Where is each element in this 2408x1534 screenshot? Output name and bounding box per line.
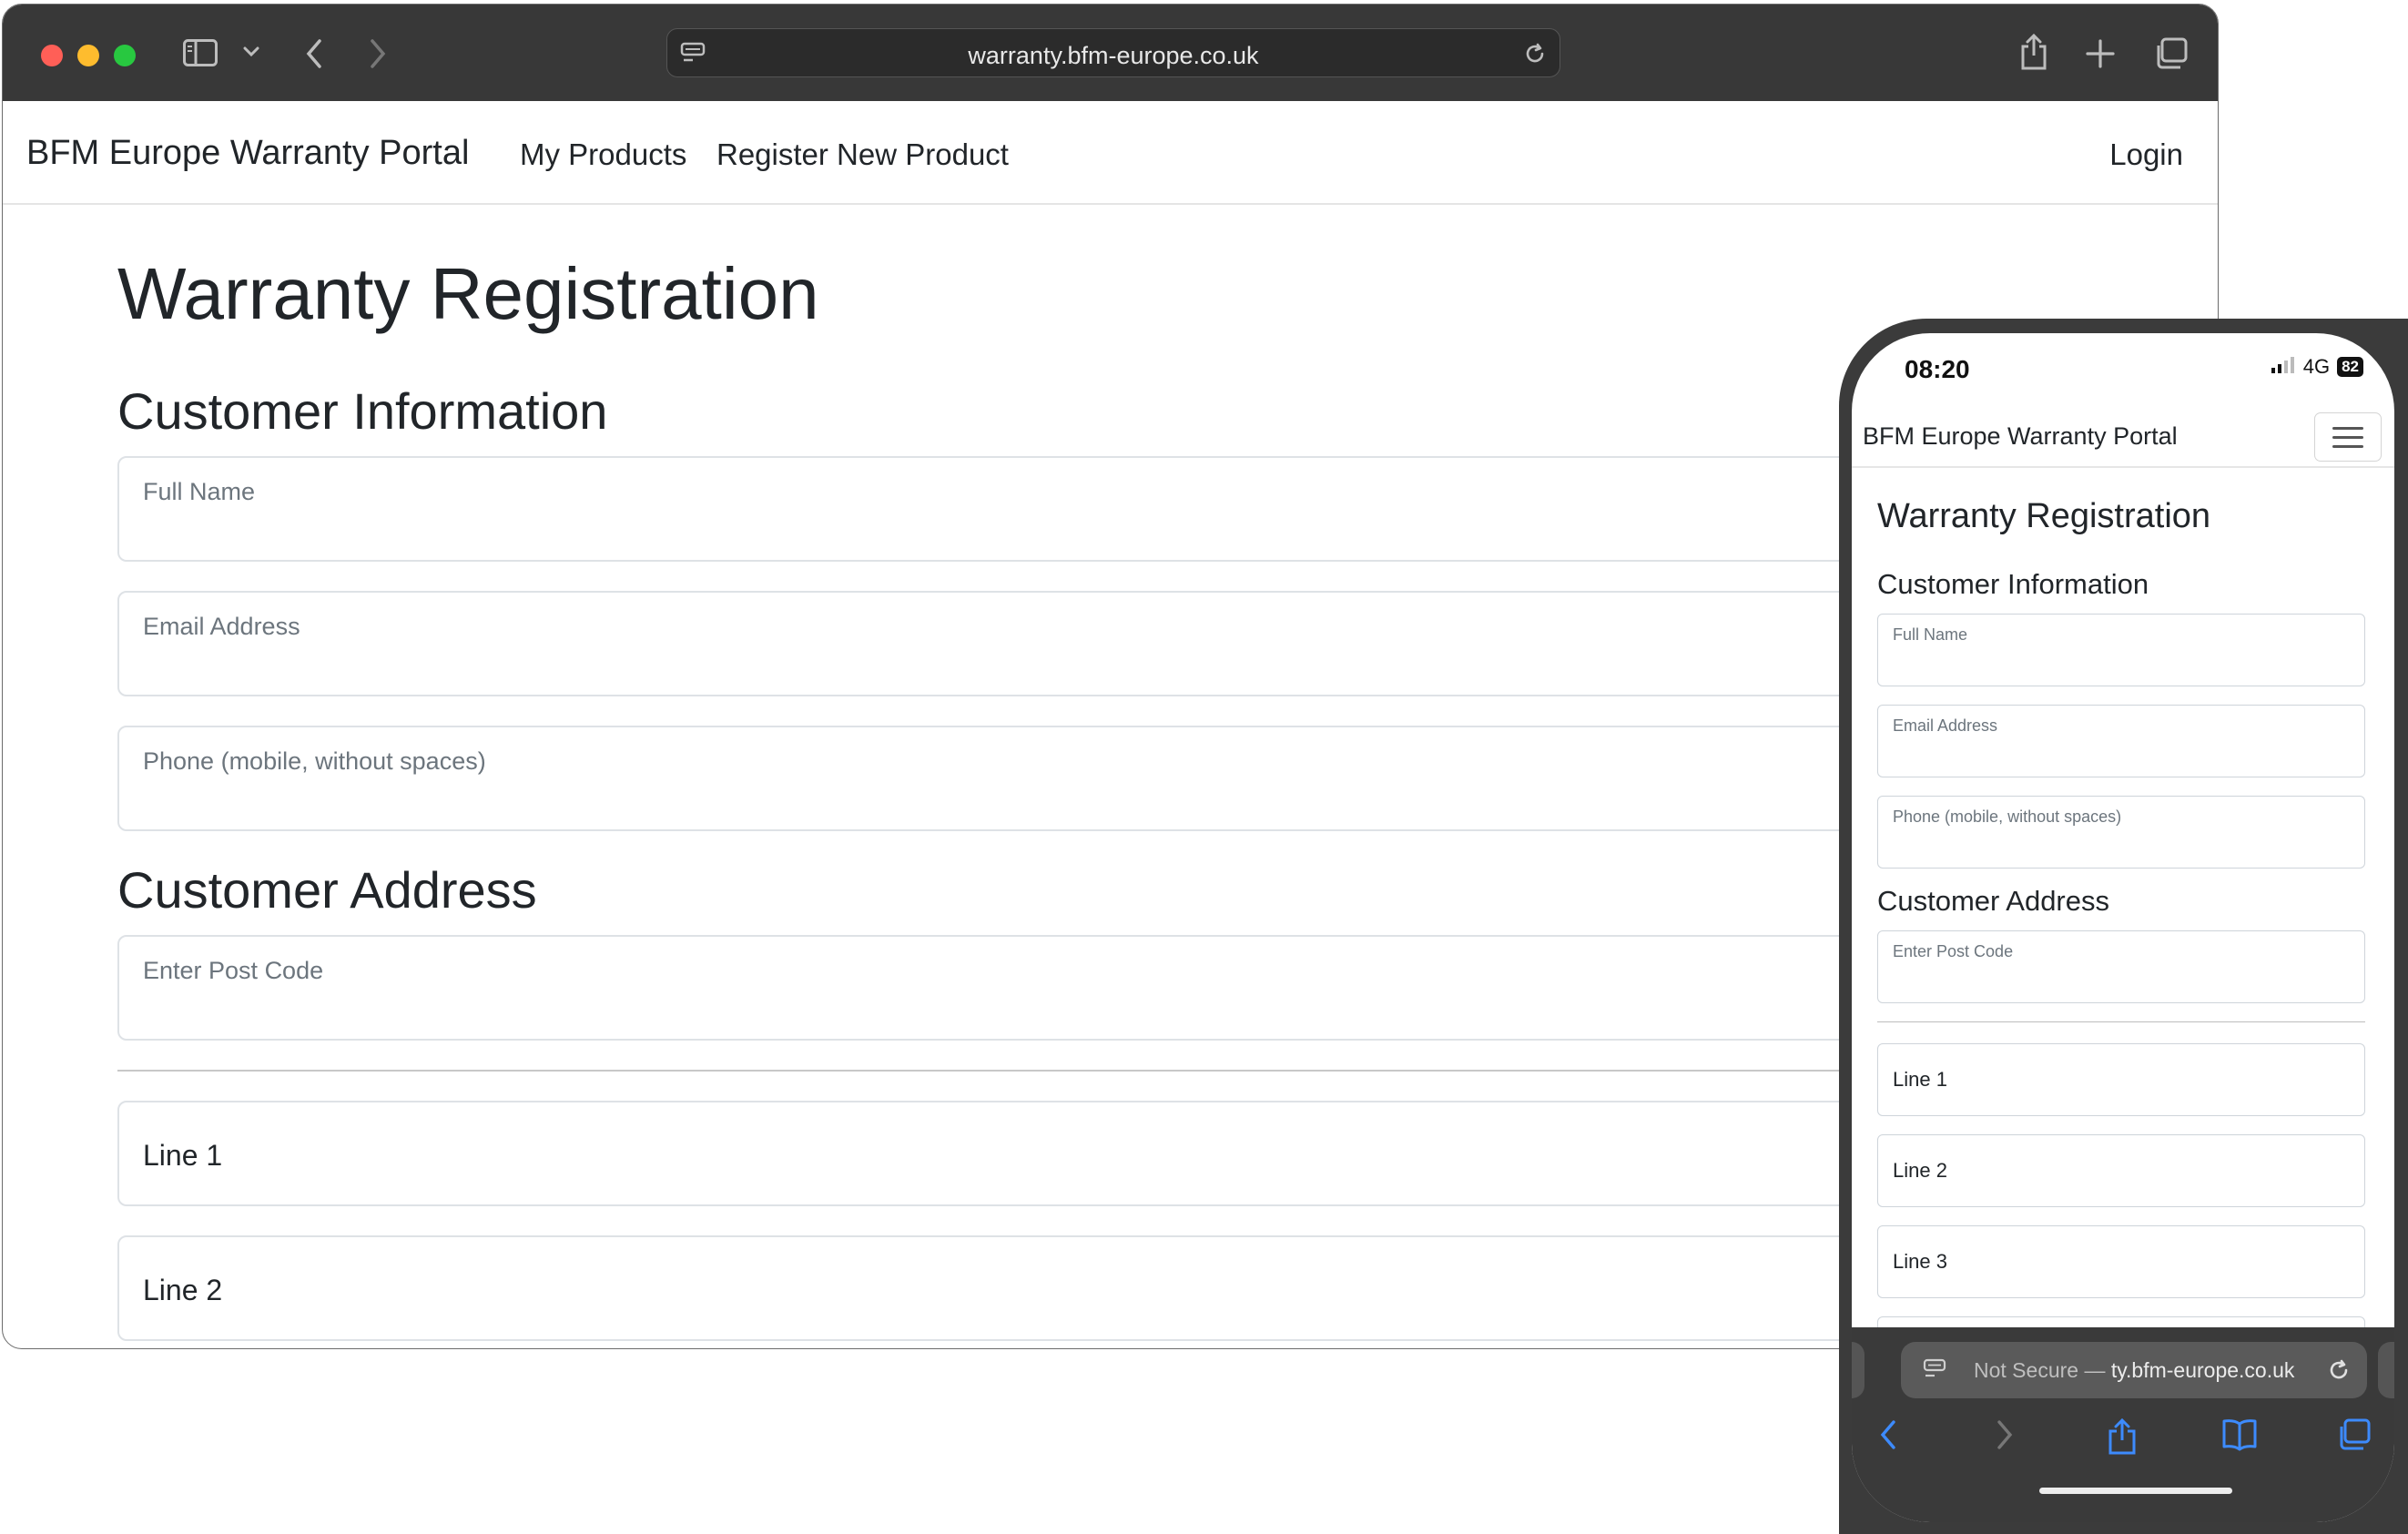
mobile-url-text: Not Secure — ty.bfm-europe.co.uk [1974,1358,2294,1383]
mobile-safari-bottom-bar: Not Secure — ty.bfm-europe.co.uk [1852,1327,2394,1522]
mobile-address-line-1-field[interactable]: Line 1 [1877,1043,2365,1116]
mobile-email-field[interactable]: Email Address [1877,705,2365,777]
mobile-page-title: Warranty Registration [1877,497,2211,535]
url-text: warranty.bfm-europe.co.uk [968,42,1259,69]
next-tab-peek[interactable] [2378,1342,2394,1398]
hamburger-menu-button[interactable] [2314,412,2382,462]
nav-login[interactable]: Login [2109,137,2183,172]
mobile-address-line-3-field[interactable]: Line 3 [1877,1225,2365,1298]
address-bar[interactable]: warranty.bfm-europe.co.uk [666,28,1560,77]
signal-icon [2271,355,2296,379]
back-icon[interactable] [1877,1418,1899,1456]
new-tab-icon[interactable] [2086,39,2115,68]
section-customer-information: Customer Information [117,382,608,440]
share-icon[interactable] [2019,34,2048,70]
status-indicators: 4G 82 [2271,355,2363,379]
battery-icon: 82 [2337,357,2363,377]
field-label: Full Name [143,478,256,505]
home-indicator [2039,1488,2232,1494]
address-line-1-field[interactable]: Line 1 [117,1101,2047,1206]
nav-my-products[interactable]: My Products [520,137,686,172]
postcode-field[interactable]: Enter Post Code [117,935,2047,1041]
mobile-url-domain: ty.bfm-europe.co.uk [2110,1358,2295,1382]
mobile-section-customer-address: Customer Address [1877,885,2109,917]
previous-tab-peek[interactable] [1852,1342,1864,1398]
field-label: Enter Post Code [1893,942,2014,960]
field-label: Email Address [1893,716,1998,735]
site-brand[interactable]: BFM Europe Warranty Portal [26,134,469,173]
mobile-phone-field[interactable]: Phone (mobile, without spaces) [1877,796,2365,869]
forward-icon[interactable] [369,39,387,68]
tab-overview-icon[interactable] [2153,37,2188,70]
mobile-postcode-field[interactable]: Enter Post Code [1877,930,2365,1003]
field-label: Email Address [143,613,300,640]
email-field[interactable]: Email Address [117,591,2047,696]
share-icon[interactable] [2107,1417,2138,1459]
mobile-full-name-field[interactable]: Full Name [1877,614,2365,686]
forward-icon[interactable] [1994,1418,2016,1456]
nav-register-new-product[interactable]: Register New Product [716,137,1009,172]
mobile-navbar: BFM Europe Warranty Portal [1852,406,2394,468]
close-window-button[interactable] [41,45,63,66]
mobile-address-line-2-field[interactable]: Line 2 [1877,1134,2365,1207]
network-label: 4G [2302,355,2331,378]
back-icon[interactable] [305,39,323,68]
mobile-site-brand[interactable]: BFM Europe Warranty Portal [1863,422,2178,451]
page-menu-icon[interactable] [1923,1358,1946,1387]
field-label: Phone (mobile, without spaces) [143,747,486,775]
chevron-down-icon[interactable] [243,46,259,57]
browser-toolbar: warranty.bfm-europe.co.uk [3,5,2218,101]
not-secure-label: Not Secure — [1974,1358,2111,1382]
mobile-divider [1877,1021,2365,1022]
section-customer-address: Customer Address [117,861,537,919]
field-label: Full Name [1893,625,1968,644]
divider [117,1070,2047,1072]
field-value: Line 1 [1893,1068,1947,1091]
status-time: 08:20 [1905,355,1970,383]
page-title: Warranty Registration [117,253,819,334]
field-label: Phone (mobile, without spaces) [1893,808,2122,826]
field-value: Line 2 [143,1274,223,1306]
reload-icon[interactable] [2327,1358,2351,1387]
field-value: Line 2 [1893,1159,1947,1182]
tabs-icon[interactable] [2336,1418,2371,1456]
reload-icon[interactable] [1523,42,1547,66]
full-name-field[interactable]: Full Name [117,456,2047,562]
zoom-window-button[interactable] [114,45,136,66]
bookmarks-icon[interactable] [2221,1418,2258,1456]
mobile-address-bar[interactable]: Not Secure — ty.bfm-europe.co.uk [1901,1342,2367,1398]
mobile-section-customer-information: Customer Information [1877,568,2149,600]
address-line-2-field[interactable]: Line 2 [117,1235,2047,1341]
phone-field[interactable]: Phone (mobile, without spaces) [117,726,2047,831]
field-label: Enter Post Code [143,957,324,984]
field-value: Line 3 [1893,1250,1947,1273]
phone-screen: 08:20 4G 82 BFM Europe Warranty Portal W… [1852,333,2394,1522]
sidebar-icon[interactable] [183,39,218,66]
field-value: Line 1 [143,1139,223,1172]
site-navbar: BFM Europe Warranty Portal My Products R… [3,101,2218,205]
minimize-window-button[interactable] [77,45,99,66]
